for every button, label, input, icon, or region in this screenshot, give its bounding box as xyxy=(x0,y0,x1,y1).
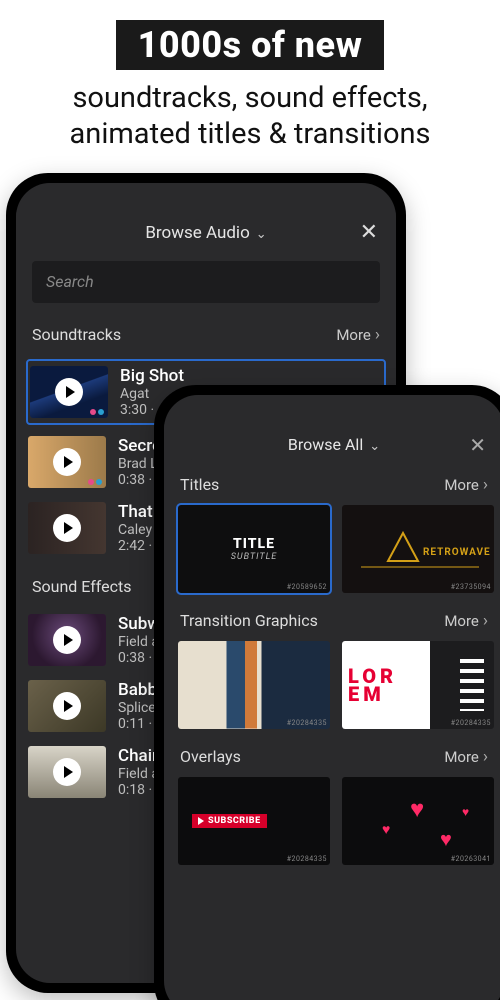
section-titles: Titles More› xyxy=(164,467,500,505)
track-title: Big Shot xyxy=(120,366,184,386)
title-sub: SUBTITLE xyxy=(231,552,278,562)
heart-icon: ♥ xyxy=(410,795,424,824)
section-overlays: Overlays More› xyxy=(164,739,500,777)
phone-browse-all: Browse All⌄ ✕ Titles More› TITLE SUBTITL… xyxy=(154,385,500,1000)
promo-banner: 1000s of new soundtracks, sound effects,… xyxy=(0,0,500,161)
play-icon[interactable] xyxy=(53,692,81,720)
chevron-down-icon: ⌄ xyxy=(256,227,267,242)
play-icon[interactable] xyxy=(53,758,81,786)
section-transitions: Transition Graphics More› xyxy=(164,603,500,641)
header-bar: Browse All⌄ ✕ xyxy=(164,423,500,467)
title-card[interactable]: TITLE SUBTITLE #20589652 xyxy=(178,505,330,593)
chevron-right-icon: › xyxy=(375,325,380,345)
close-icon[interactable]: ✕ xyxy=(469,433,486,457)
subscribe-badge: SUBSCRIBE xyxy=(192,814,267,828)
title-card[interactable]: RETROWAVE #23735094 xyxy=(342,505,494,593)
header-title[interactable]: Browse Audio⌄ xyxy=(145,223,266,243)
search-input[interactable]: Search xyxy=(32,261,380,303)
heart-icon: ♥ xyxy=(440,827,452,852)
transition-card[interactable]: #20284335 xyxy=(178,641,330,729)
heart-icon: ♥ xyxy=(462,805,469,819)
heart-icon: ♥ xyxy=(382,821,390,838)
track-thumb[interactable] xyxy=(28,614,106,666)
more-button[interactable]: More› xyxy=(444,475,488,495)
chevron-down-icon: ⌄ xyxy=(369,439,380,454)
track-thumb[interactable] xyxy=(28,502,106,554)
chevron-right-icon: › xyxy=(483,475,488,495)
header-title[interactable]: Browse All⌄ xyxy=(288,435,380,454)
header-bar: Browse Audio⌄ ✕ xyxy=(16,211,396,255)
section-soundtracks: Soundtracks More› xyxy=(16,317,396,355)
more-button[interactable]: More› xyxy=(336,325,380,345)
retrowave-icon: RETROWAVE xyxy=(353,519,483,579)
play-icon[interactable] xyxy=(53,448,81,476)
lorem-text: LOR EM xyxy=(348,667,397,703)
close-icon[interactable]: ✕ xyxy=(360,220,378,245)
track-thumb[interactable] xyxy=(28,436,106,488)
more-button[interactable]: More› xyxy=(444,611,488,631)
chevron-right-icon: › xyxy=(483,747,488,767)
section-title: Titles xyxy=(180,475,219,494)
play-icon[interactable] xyxy=(53,514,81,542)
overlay-card[interactable]: SUBSCRIBE #20284335 xyxy=(178,777,330,865)
section-title: Overlays xyxy=(180,747,241,766)
track-thumb[interactable] xyxy=(28,680,106,732)
play-icon[interactable] xyxy=(55,378,83,406)
more-button[interactable]: More› xyxy=(444,747,488,767)
chevron-right-icon: › xyxy=(483,611,488,631)
title-main: TITLE xyxy=(233,536,275,552)
section-title: Transition Graphics xyxy=(180,611,318,630)
section-title: Soundtracks xyxy=(32,325,121,344)
track-thumb[interactable] xyxy=(30,366,108,418)
banner-highlight: 1000s of new xyxy=(116,20,385,70)
transition-card[interactable]: LOR EM #20284335 xyxy=(342,641,494,729)
banner-subtitle: soundtracks, sound effects, animated tit… xyxy=(0,80,500,153)
overlay-card[interactable]: ♥ ♥ ♥ ♥ #20263041 xyxy=(342,777,494,865)
svg-text:RETROWAVE: RETROWAVE xyxy=(423,547,491,558)
play-icon[interactable] xyxy=(53,626,81,654)
section-title: Sound Effects xyxy=(32,577,132,596)
track-thumb[interactable] xyxy=(28,746,106,798)
